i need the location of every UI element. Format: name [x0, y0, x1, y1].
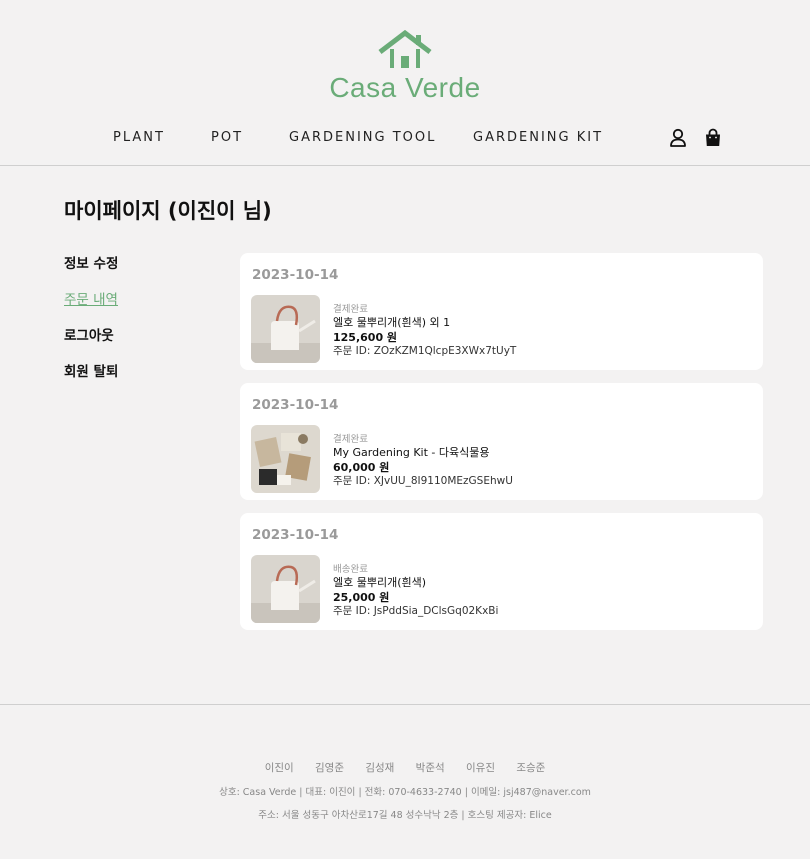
- sidebar-item-edit-info[interactable]: 정보 수정: [64, 252, 118, 288]
- order-list: 2023-10-14 결제완료 엘호 물뿌리개(흰색) 외 1 125,600 …: [240, 253, 763, 643]
- team-member: 김성재: [365, 762, 395, 774]
- mypage-sidebar: 정보 수정 주문 내역 로그아웃 회원 탈퇴: [64, 252, 118, 396]
- order-date: 2023-10-14: [252, 527, 339, 543]
- order-date: 2023-10-14: [252, 397, 339, 413]
- site-footer: 이진이 김영준 김성재 박준석 이유진 조승준 상호: Casa Verde |…: [0, 704, 810, 859]
- product-thumbnail: [251, 425, 320, 493]
- order-id: 주문 ID: JsPddSia_DClsGq02KxBi: [333, 605, 499, 617]
- address-info: 주소: 서울 성동구 아차산로17길 48 성수낙낙 2층 | 호스팅 제공자:…: [258, 810, 552, 821]
- sidebar-item-order-history[interactable]: 주문 내역: [64, 288, 118, 324]
- product-thumbnail: [251, 555, 320, 623]
- team-members: 이진이 김영준 김성재 박준석 이유진 조승준: [0, 760, 810, 775]
- nav-plant[interactable]: PLANT: [113, 130, 165, 145]
- order-card[interactable]: 2023-10-14 결제완료 My Gardening Kit - 다육식물용…: [240, 383, 763, 500]
- nav-gardening-tool[interactable]: GARDENING TOOL: [289, 130, 436, 145]
- site-header: Casa Verde PLANT POT GARDENING TOOL GARD…: [0, 0, 810, 166]
- order-id: 주문 ID: XJvUU_8I9110MEzGSEhwU: [333, 475, 513, 487]
- order-card[interactable]: 2023-10-14 결제완료 엘호 물뿌리개(흰색) 외 1 125,600 …: [240, 253, 763, 370]
- shopping-bag-icon[interactable]: [704, 128, 722, 148]
- main-nav: PLANT POT GARDENING TOOL GARDENING KIT: [0, 130, 810, 150]
- logo[interactable]: Casa Verde: [0, 30, 810, 104]
- sidebar-item-logout[interactable]: 로그아웃: [64, 324, 118, 360]
- company-info: 상호: Casa Verde | 대표: 이진이 | 전화: 070-4633-…: [219, 787, 591, 798]
- order-status: 배송완료: [333, 564, 368, 575]
- house-logo-icon: [378, 30, 432, 68]
- product-name: 엘호 물뿌리개(흰색) 외 1: [333, 316, 451, 329]
- user-icon[interactable]: [669, 128, 687, 148]
- team-member: 김영준: [315, 762, 344, 774]
- team-member: 이유진: [466, 762, 495, 774]
- product-thumbnail: [251, 295, 320, 363]
- order-id: 주문 ID: ZOzKZM1QlcpE3XWx7tUyT: [333, 345, 517, 357]
- nav-pot[interactable]: POT: [211, 130, 243, 145]
- product-name: My Gardening Kit - 다육식물용: [333, 446, 490, 459]
- team-member: 조승준: [516, 762, 546, 774]
- page-title: 마이페이지 (이진이 님): [64, 199, 272, 223]
- order-status: 결제완료: [333, 304, 368, 315]
- product-name: 엘호 물뿌리개(흰색): [333, 576, 427, 589]
- order-status: 결제완료: [333, 434, 368, 445]
- brand-name: Casa Verde: [329, 72, 481, 103]
- team-member: 박준석: [415, 762, 445, 774]
- order-date: 2023-10-14: [252, 267, 339, 283]
- team-member: 이진이: [264, 762, 294, 774]
- nav-gardening-kit[interactable]: GARDENING KIT: [473, 130, 603, 145]
- sidebar-item-withdraw[interactable]: 회원 탈퇴: [64, 360, 118, 396]
- order-card[interactable]: 2023-10-14 배송완료 엘호 물뿌리개(흰색) 25,000 원 주문 …: [240, 513, 763, 630]
